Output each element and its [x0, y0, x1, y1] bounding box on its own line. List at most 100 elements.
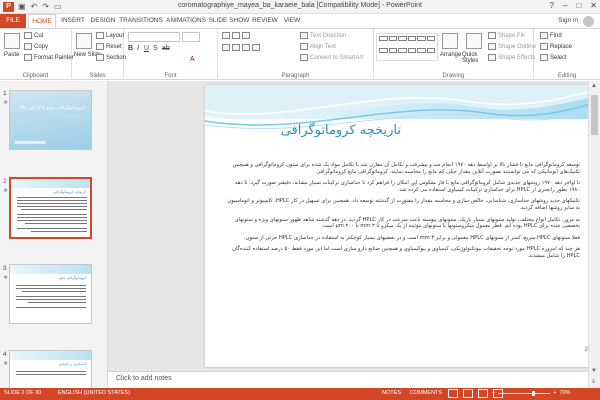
tab-design[interactable]: DESIGN	[88, 14, 118, 28]
sign-in-link[interactable]: Sign in	[558, 14, 578, 28]
shape-icon[interactable]	[407, 36, 416, 41]
language-indicator[interactable]: ENGLISH (UNITED STATES)	[58, 390, 130, 396]
paragraph-group: Text Direction Align Text Convert to Sma…	[218, 29, 374, 80]
bullets-button[interactable]	[222, 32, 250, 39]
ribbon: Paste Cut Copy Format Painter Clipboard …	[0, 28, 600, 80]
shape-effects-button[interactable]: Shape Effects	[488, 54, 535, 61]
shape-icon[interactable]	[398, 36, 407, 41]
replace-button[interactable]: Replace	[540, 43, 572, 50]
avatar[interactable]	[583, 16, 594, 27]
slide-canvas: تاریخچه کروماتوگرافی • توسعه کروماتوگراف…	[108, 81, 600, 371]
tab-slide-show[interactable]: SLIDE SHOW	[208, 14, 250, 28]
shape-icon[interactable]	[388, 47, 397, 53]
underline-button[interactable]: U	[144, 45, 149, 52]
shape-icon[interactable]	[398, 47, 407, 53]
justify-icon	[252, 44, 260, 51]
align-text-button[interactable]: Align Text	[300, 43, 336, 50]
cut-button[interactable]: Cut	[24, 32, 43, 39]
shape-icon[interactable]	[379, 36, 388, 41]
thumbnail-text-line	[16, 374, 86, 375]
reset-button[interactable]: Reset	[96, 43, 122, 50]
effects-icon	[488, 54, 496, 61]
tab-transitions[interactable]: TRANSITIONS	[118, 14, 164, 28]
tab-review[interactable]: REVIEW	[250, 14, 280, 28]
font-color-button[interactable]: A	[190, 56, 195, 63]
shadow-button[interactable]: S	[153, 45, 158, 52]
normal-view-icon[interactable]	[448, 389, 458, 398]
font-size-box[interactable]	[182, 32, 200, 42]
tab-home[interactable]: HOME	[28, 14, 56, 28]
thumbnail-wave	[10, 351, 91, 360]
ribbon-tabs: FILE HOME INSERT DESIGN TRANSITIONS ANIM…	[0, 14, 600, 28]
shape-fill-button[interactable]: Shape Fill	[488, 32, 525, 39]
next-slide-icon[interactable]: ⇓	[591, 378, 596, 385]
paste-button[interactable]: Paste	[4, 52, 19, 58]
minimize-button[interactable]: –	[563, 1, 567, 10]
arrange-icon[interactable]	[442, 33, 458, 49]
slide-sorter-icon[interactable]	[463, 389, 473, 398]
body-paragraph: هر چند که امروزه HPLC مورد توجه تحقیقات …	[232, 246, 580, 259]
cursor-icon	[540, 54, 548, 61]
scroll-up-arrow-icon[interactable]: ▲	[591, 83, 597, 89]
quick-styles-button[interactable]: Quick Styles	[462, 52, 488, 64]
shape-icon[interactable]	[426, 36, 435, 41]
tab-file[interactable]: FILE	[0, 14, 26, 28]
maximize-button[interactable]: □	[576, 1, 581, 10]
tab-insert[interactable]: INSERT	[58, 14, 88, 28]
zoom-slider-thumb[interactable]	[532, 390, 536, 396]
slide[interactable]: تاریخچه کروماتوگرافی • توسعه کروماتوگراف…	[205, 85, 600, 367]
notes-toggle-button[interactable]: NOTES	[382, 390, 401, 396]
help-button[interactable]: ?	[550, 1, 554, 10]
font-label: Font	[164, 73, 177, 79]
slide-thumbnails-pane: 1 ★ کروماتوگرافی مایع با کارایی بالا — —…	[0, 81, 108, 388]
find-button[interactable]: Find	[540, 32, 562, 39]
layout-button[interactable]: Layout	[96, 32, 124, 39]
slide-title[interactable]: تاریخچه کروماتوگرافی	[281, 123, 401, 138]
format-painter-button[interactable]: Format Painter	[24, 54, 74, 61]
select-button[interactable]: Select	[540, 54, 567, 61]
font-name-box[interactable]	[128, 32, 180, 42]
thumbnail-text-line	[17, 200, 87, 201]
zoom-slider[interactable]	[498, 390, 551, 396]
slide-thumbnail-1[interactable]: کروماتوگرافی مایع با کارایی بالا — — — —…	[9, 90, 92, 150]
vertical-scrollbar[interactable]: ▲ ▼ ⇓	[588, 81, 600, 388]
comments-toggle-button[interactable]: COMMENTS	[410, 390, 442, 396]
bold-button[interactable]: B	[128, 45, 133, 52]
slide-thumbnail-4[interactable]: جداسازی بر اساس	[9, 350, 92, 388]
quick-styles-icon[interactable]	[466, 33, 482, 49]
notes-placeholder[interactable]: Click to add notes	[116, 375, 172, 382]
shape-icon[interactable]	[407, 47, 416, 53]
close-button[interactable]: ✕	[590, 1, 597, 10]
tab-view[interactable]: VIEW	[280, 14, 304, 28]
italic-button[interactable]: I	[137, 45, 139, 52]
text-direction-button[interactable]: Text Direction	[300, 32, 346, 39]
tab-animations[interactable]: ANIMATIONS	[164, 14, 208, 28]
shape-icon[interactable]	[379, 47, 388, 53]
thumbnail-text-line	[17, 217, 87, 218]
strikethrough-button[interactable]: ab	[162, 45, 170, 52]
paste-icon[interactable]	[4, 33, 20, 49]
convert-smartart-button[interactable]: Convert to SmartArt	[300, 54, 363, 61]
arrange-button[interactable]: Arrange	[440, 52, 461, 58]
reading-view-icon[interactable]	[478, 389, 488, 398]
shape-icon[interactable]	[388, 36, 397, 41]
shape-icon[interactable]	[417, 36, 426, 41]
shape-outline-button[interactable]: Shape Outline	[488, 43, 536, 50]
align-buttons[interactable]	[222, 44, 260, 51]
shape-icon[interactable]	[426, 47, 435, 53]
copy-button[interactable]: Copy	[24, 43, 48, 50]
shapes-gallery[interactable]	[376, 33, 438, 61]
zoom-level[interactable]: 70%	[559, 390, 570, 396]
new-slide-icon[interactable]	[76, 33, 92, 49]
slide-thumbnail-2[interactable]: تاریخچه کروماتوگرافی	[9, 177, 92, 239]
slides-label: Slides	[89, 73, 106, 79]
scrollbar-thumb[interactable]	[591, 95, 598, 135]
notes-pane[interactable]: Click to add notes	[108, 371, 588, 388]
zoom-in-icon[interactable]: +	[553, 390, 556, 396]
zoom-out-icon[interactable]: −	[492, 390, 495, 396]
scroll-down-arrow-icon[interactable]: ▼	[591, 368, 597, 374]
shape-icon[interactable]	[417, 47, 426, 53]
section-button[interactable]: Section	[96, 54, 126, 61]
slide-body-text[interactable]: توسعه کروماتوگرافی مایع با فشار بالا بر …	[225, 162, 580, 265]
slide-thumbnail-3[interactable]: کروماتوگرافی مایع	[9, 264, 92, 324]
